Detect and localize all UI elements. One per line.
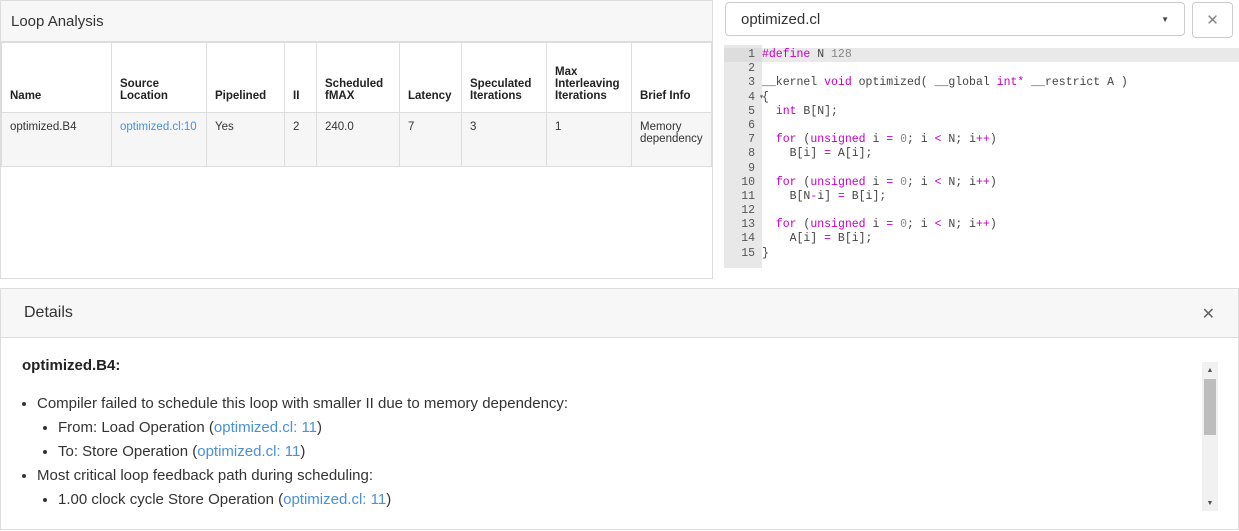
table-cell: 1 xyxy=(546,112,632,167)
table-cell: Memory dependency xyxy=(631,112,712,167)
loop-table: Name Source Location Pipelined II Scheduled … xyxy=(1,42,712,167)
line-number: 3 xyxy=(748,76,755,90)
table-cell: optimized.cl:10 xyxy=(111,112,207,167)
details-panel: Details ✕ optimized.B4: Compiler failed … xyxy=(0,288,1239,530)
line-number: 13 xyxy=(741,218,755,232)
line-number: 11 xyxy=(741,189,755,203)
scroll-down-icon[interactable]: ▼ xyxy=(1202,496,1218,510)
code-line: 2 xyxy=(724,62,1239,76)
source-line-link[interactable]: optimized.cl: 11 xyxy=(197,443,300,460)
detail-item: Most critical loop feedback path during … xyxy=(37,464,1217,512)
line-number: 15 xyxy=(741,246,755,260)
detail-item: 1.00 clock cycle Store Operation (optimi… xyxy=(58,488,1217,512)
table-cell: 3 xyxy=(461,112,547,167)
line-number: 7 xyxy=(748,133,755,147)
detail-item: From: Load Operation (optimized.cl: 11) xyxy=(58,416,1217,440)
code-line: 1 #define N 128 xyxy=(724,48,1239,63)
column-header: Pipelined xyxy=(206,42,285,113)
code-line: 14 A[i] = B[i]; xyxy=(724,232,1239,246)
code-line: 3 __kernel void optimized( __global int* … xyxy=(724,76,1239,90)
details-body: optimized.B4: Compiler failed to schedul… xyxy=(1,338,1238,512)
table-row: optimized.B4 optimized.cl:10 Yes 2 240.0 7 3 1 M… xyxy=(1,112,712,167)
code-panel-close-button[interactable]: ✕ xyxy=(1192,2,1233,38)
line-number: 1 xyxy=(724,48,762,63)
scroll-up-icon[interactable]: ▲ xyxy=(1202,363,1218,377)
table-cell: 7 xyxy=(399,112,462,167)
code-line: 4 ▾{ xyxy=(724,91,1239,105)
loop-analysis-panel: Loop Analysis Name Source Location Pipelin… xyxy=(0,0,713,279)
table-cell: Yes xyxy=(206,112,285,167)
line-number: 10 xyxy=(741,175,755,189)
column-header: Source Location xyxy=(111,42,207,113)
source-line-link[interactable]: optimized.cl: 11 xyxy=(214,419,317,436)
line-number: 5 xyxy=(748,104,755,118)
line-number: 8 xyxy=(748,147,755,161)
column-header: Latency xyxy=(399,42,462,113)
details-scrollbar[interactable]: ▲ ▼ xyxy=(1202,362,1218,511)
table-cell: 2 xyxy=(284,112,317,167)
code-line: 9 xyxy=(724,162,1239,176)
fold-icon[interactable]: ▾ xyxy=(759,92,764,104)
code-line: 6 xyxy=(724,119,1239,133)
source-location-link[interactable]: optimized.cl:10 xyxy=(120,121,197,133)
scrollbar-thumb[interactable] xyxy=(1204,379,1216,435)
code-line: 7 for (unsigned i = 0; i < N; i++) xyxy=(724,133,1239,147)
line-number: 2 xyxy=(748,62,755,76)
details-list: Compiler failed to schedule this loop wi… xyxy=(22,392,1217,512)
code-line: 15} xyxy=(724,247,1239,261)
detail-item: Compiler failed to schedule this loop wi… xyxy=(37,392,1217,464)
details-heading: optimized.B4: xyxy=(22,357,121,374)
source-line-link[interactable]: optimized.cl: 11 xyxy=(283,491,386,508)
column-header: Brief Info xyxy=(631,42,712,113)
source-file-select[interactable]: optimized.cl ▼ xyxy=(725,2,1185,36)
column-header: Name xyxy=(1,42,112,113)
chevron-down-icon: ▼ xyxy=(1161,14,1169,24)
table-cell: 240.0 xyxy=(316,112,400,167)
column-header: Max Interleaving Iterations xyxy=(546,42,632,113)
details-close-button[interactable]: ✕ xyxy=(1202,304,1215,323)
loop-table-header-row: Name Source Location Pipelined II Scheduled … xyxy=(1,42,712,113)
detail-item: To: Store Operation (optimized.cl: 11) xyxy=(58,440,1217,464)
details-header: Details ✕ xyxy=(1,289,1238,338)
code-line: 5 int B[N]; xyxy=(724,105,1239,119)
line-number: 12 xyxy=(741,204,755,218)
code-line: 11 B[N-i] = B[i]; xyxy=(724,190,1239,204)
code-viewer: 1 #define N 128 2 3 __kernel void optimized(… xyxy=(724,45,1239,268)
loop-analysis-title: Loop Analysis xyxy=(11,12,104,30)
close-icon: ✕ xyxy=(1201,303,1215,323)
line-number: 9 xyxy=(748,161,755,175)
code-line: 10 for (unsigned i = 0; i < N; i++) xyxy=(724,176,1239,190)
table-cell: optimized.B4 xyxy=(1,112,112,167)
line-number: 4 ▾ xyxy=(748,90,764,104)
code-line: 8 B[i] = A[i]; xyxy=(724,147,1239,161)
source-file-select-value: optimized.cl xyxy=(741,10,821,28)
details-title: Details xyxy=(24,304,73,321)
line-number: 6 xyxy=(748,118,755,132)
close-icon: ✕ xyxy=(1206,12,1219,29)
loop-table-body: optimized.B4 optimized.cl:10 Yes 2 240.0 7 3 1 M… xyxy=(1,112,712,167)
column-header: Speculated Iterations xyxy=(461,42,547,113)
code-line: 12 xyxy=(724,204,1239,218)
column-header: Scheduled fMAX xyxy=(316,42,400,113)
column-header: II xyxy=(284,42,317,113)
loop-analysis-header: Loop Analysis xyxy=(1,1,712,42)
line-number: 14 xyxy=(741,232,755,246)
code-line: 13 for (unsigned i = 0; i < N; i++) xyxy=(724,218,1239,232)
